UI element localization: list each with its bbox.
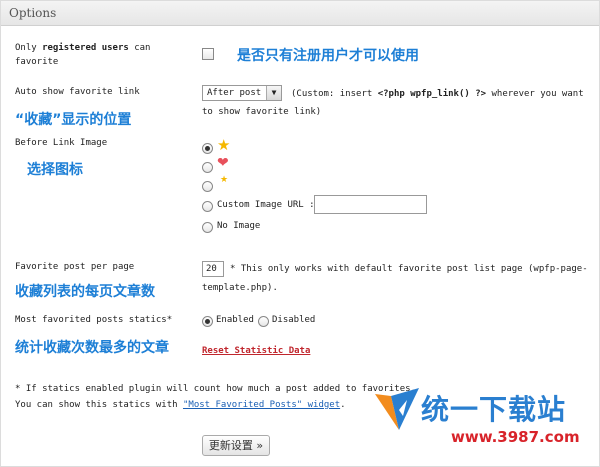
options-header: Options <box>1 1 599 26</box>
image-option-star-radio[interactable] <box>202 143 213 154</box>
most-favorited-widget-link[interactable]: "Most Favorited Posts" widget <box>183 400 340 410</box>
logo-mark-icon <box>375 388 419 430</box>
registered-only-label: Only registered users can favorite <box>15 43 151 67</box>
header-title: Options <box>9 6 57 20</box>
small-star-icon: ★ <box>220 175 229 185</box>
per-page-hint: * This only works with default favorite … <box>230 264 588 274</box>
image-option-custom-radio[interactable] <box>202 201 213 212</box>
watermark-url: www.3987.com <box>451 428 580 446</box>
reset-statistic-link[interactable]: Reset Statistic Data <box>202 346 310 356</box>
auto-show-select[interactable]: After post ▼ <box>202 85 282 101</box>
footnote-line1: * If statics enabled plugin will count h… <box>15 384 416 394</box>
star-icon: ★ <box>217 136 231 154</box>
image-option-heart-radio[interactable] <box>202 162 213 173</box>
auto-show-label: Auto show favorite link <box>15 87 140 97</box>
statics-enabled-radio[interactable] <box>202 316 213 327</box>
statics-disabled-radio[interactable] <box>258 316 269 327</box>
image-option-small-star-radio[interactable] <box>202 181 213 192</box>
per-page-annotation: 收藏列表的每页文章数 <box>15 284 155 300</box>
statics-annotation: 统计收藏次数最多的文章 <box>15 340 169 356</box>
custom-image-url-input[interactable] <box>314 195 427 214</box>
watermark-logo: 统一下载站 www.3987.com <box>373 386 593 456</box>
statics-label: Most favorited posts statics* <box>15 315 173 325</box>
statics-enabled-label: Enabled <box>216 315 254 325</box>
registered-only-checkbox[interactable] <box>202 48 214 60</box>
per-page-input[interactable]: 20 <box>202 261 224 277</box>
auto-show-selected-value: After post <box>207 88 262 98</box>
auto-show-hint: (Custom: insert <?php wpfp_link() ?> whe… <box>291 89 584 99</box>
options-panel: Options Only registered users can favori… <box>0 0 600 467</box>
update-settings-button[interactable]: 更新设置 » <box>202 435 270 456</box>
link-image-label: Before Link Image <box>15 138 108 148</box>
heart-icon: ❤ <box>217 155 229 171</box>
per-page-label: Favorite post per page <box>15 262 135 272</box>
per-page-hint-line2: template.php). <box>202 283 278 293</box>
watermark-brand: 统一下载站 <box>421 393 567 426</box>
auto-show-hint-line2: to show favorite link) <box>202 107 322 117</box>
chevron-down-icon: ▼ <box>266 86 281 100</box>
statics-disabled-label: Disabled <box>272 315 316 325</box>
registered-only-annotation: 是否只有注册用户才可以使用 <box>237 48 419 64</box>
custom-image-url-label: Custom Image URL : <box>217 200 315 210</box>
footnote-line2: You can show this statics with "Most Fav… <box>15 400 346 410</box>
no-image-label: No Image <box>217 221 261 231</box>
link-image-annotation: 选择图标 <box>27 162 83 178</box>
auto-show-annotation: “收藏”显示的位置 <box>15 112 132 128</box>
image-option-none-radio[interactable] <box>202 222 213 233</box>
